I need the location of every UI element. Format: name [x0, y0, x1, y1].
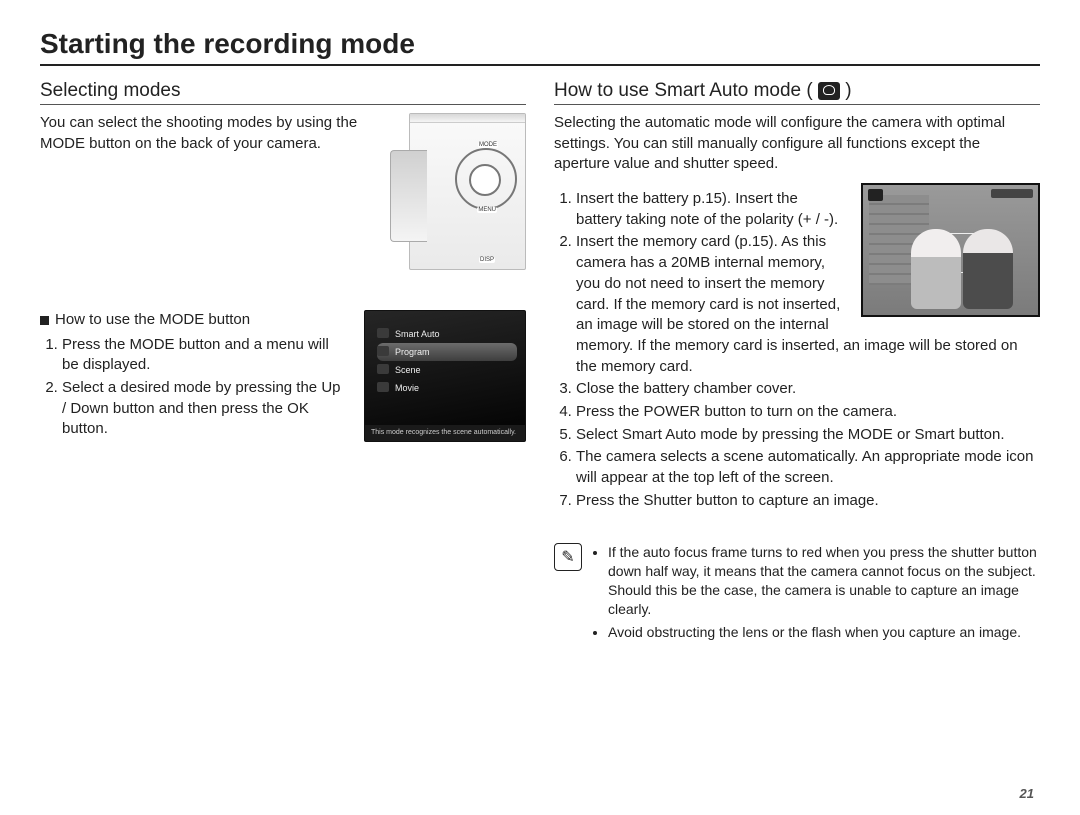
mode-button-label: MODE: [478, 142, 498, 148]
smart-auto-icon: [818, 82, 840, 100]
manual-page: Starting the recording mode Selecting mo…: [0, 0, 1080, 815]
menu-hint-text: This mode recognizes the scene automatic…: [365, 425, 525, 441]
right-heading-suffix: ): [845, 80, 851, 101]
page-title: Starting the recording mode: [40, 28, 1040, 60]
camera-back-body: MODE MENU DISP: [409, 113, 526, 270]
menu-item-movie: Movie: [377, 379, 525, 397]
two-column-layout: Selecting modes MODE MENU DISP You can s…: [40, 80, 1040, 646]
step-item: The camera selects a scene automatically…: [576, 447, 1040, 488]
right-rule: [554, 104, 1040, 105]
mode-menu-illustration: Smart Auto Program Scene Movie This mode…: [364, 310, 526, 442]
menu-item-program: Program: [377, 343, 517, 361]
mode-menu-screen: Smart Auto Program Scene Movie This mode…: [364, 310, 526, 442]
camera-back-illustration: MODE MENU DISP: [409, 113, 526, 270]
left-heading: Selecting modes: [40, 80, 526, 102]
step-item: Select Smart Auto mode by pressing the M…: [576, 425, 1040, 446]
right-heading-prefix: How to use Smart Auto mode (: [554, 80, 813, 101]
right-intro-text: Selecting the automatic mode will config…: [554, 113, 1040, 175]
step-item: Close the battery chamber cover.: [576, 379, 1040, 400]
menu-item-scene: Scene: [377, 361, 525, 379]
note-body: If the auto focus frame turns to red whe…: [592, 543, 1040, 645]
bullet-square-icon: [40, 316, 49, 325]
howto-heading: How to use the MODE button: [55, 311, 250, 328]
menu-button-label: MENU: [477, 207, 497, 213]
right-column: How to use Smart Auto mode ( ) Selecting…: [554, 80, 1040, 646]
menu-item-label: Smart Auto: [395, 329, 440, 339]
note-item: If the auto focus frame turns to red whe…: [608, 543, 1040, 619]
sample-lcd-screen: [861, 183, 1040, 317]
title-rule: [40, 64, 1040, 66]
note-item: Avoid obstructing the lens or the flash …: [608, 623, 1040, 642]
left-column: Selecting modes MODE MENU DISP You can s…: [40, 80, 526, 646]
page-number: 21: [1020, 786, 1034, 801]
step-item: Press the POWER button to turn on the ca…: [576, 402, 1040, 423]
note-icon: ✎: [554, 543, 582, 571]
right-heading: How to use Smart Auto mode ( ): [554, 80, 1040, 102]
sample-lcd-illustration: [861, 183, 1040, 317]
disp-button-label: DISP: [479, 257, 495, 263]
left-rule: [40, 104, 526, 105]
status-overlay-icons: [991, 189, 1033, 198]
note-block: ✎ If the auto focus frame turns to red w…: [554, 543, 1040, 645]
menu-item-label: Program: [395, 347, 430, 357]
step-item: Press the Shutter button to capture an i…: [576, 491, 1040, 512]
menu-item-label: Movie: [395, 383, 419, 393]
mode-overlay-icon: [868, 189, 883, 201]
menu-item-smart-auto: Smart Auto: [377, 325, 525, 343]
menu-item-label: Scene: [395, 365, 421, 375]
